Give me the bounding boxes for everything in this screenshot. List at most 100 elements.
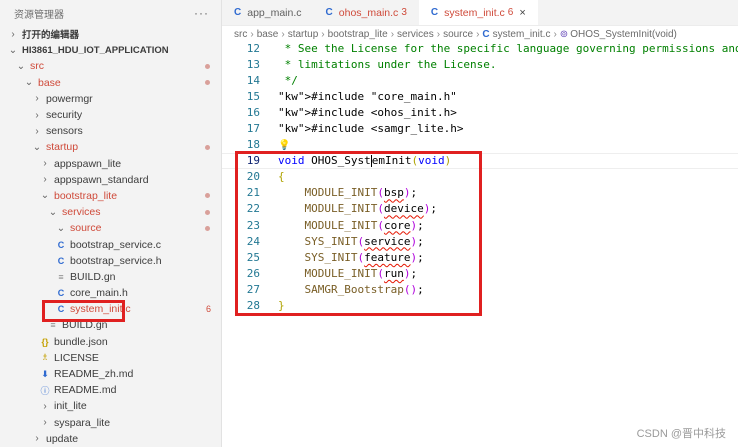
line-code: } [278, 299, 285, 313]
line-number: 14 [246, 73, 260, 87]
c-file-icon: C [57, 288, 65, 299]
modified-dot-icon [205, 144, 210, 150]
modified-dot-icon [205, 193, 210, 199]
tree-item-label: bootstrap_service.h [70, 254, 162, 267]
line-number: 15 [246, 89, 260, 103]
chevron-right-icon: › [35, 109, 39, 121]
tree-item-label: bootstrap_service.c [70, 238, 162, 251]
tab-label: ohos_main.c [338, 6, 399, 19]
code-line: 22 MODULE_INIT(device); [222, 201, 738, 217]
chevron-right-icon: › [43, 400, 47, 412]
text-cursor [370, 155, 372, 168]
c-file-icon: C [430, 7, 439, 18]
breadcrumb-item[interactable]: startup [288, 29, 319, 40]
tree-item-label: README.md [54, 384, 117, 397]
line-code: void OHOS_SystemInit(void) [278, 154, 452, 168]
code-editor[interactable]: 12 * See the License for the specific la… [222, 40, 738, 314]
line-code: SYS_INIT(feature); [304, 250, 424, 264]
tree-item[interactable]: › 打开的编辑器 [0, 26, 221, 42]
c-file-icon: C [57, 239, 65, 250]
tab-system-init[interactable]: C system_init.c 6 × [418, 0, 538, 25]
tree-item[interactable]: ≡ BUILD.gn [0, 269, 221, 285]
line-code: MODULE_INIT(device); [304, 202, 437, 216]
tree-item[interactable]: › syspara_lite [0, 415, 221, 431]
tree-item[interactable]: Ccore_main.h [0, 285, 221, 301]
explorer-sidebar: 资源管理器 ··· › 打开的编辑器 ⌄ HI3861_HDU_IOT_APPLICA… [0, 0, 222, 447]
line-code: { [278, 170, 285, 184]
md-file-icon: ⬇ [41, 368, 49, 379]
breadcrumb-item[interactable]: system_init.c [493, 29, 551, 40]
tree-item[interactable]: ⌄ base [0, 75, 221, 91]
tree-item[interactable]: ⓘ README.md [0, 382, 221, 398]
tree-item[interactable]: ⬇ README_zh.md [0, 366, 221, 382]
lightbulb-icon[interactable]: 💡 [278, 140, 290, 151]
tree-item[interactable]: Cbootstrap_service.h [0, 253, 221, 269]
tree-item-label: appspawn_lite [54, 157, 122, 170]
tree-item[interactable]: ≡ BUILD.gn [0, 317, 221, 333]
tree-item[interactable]: ⌄ source [0, 220, 221, 236]
chevron-right-icon: › [476, 28, 480, 40]
line-code: "kw">#include <samgr_lite.h> [278, 122, 464, 136]
tree-item-label: powermgr [46, 92, 93, 105]
tree-item[interactable]: ⌄ startup [0, 139, 221, 155]
chevron-right-icon: › [35, 125, 39, 137]
tree-item[interactable]: ⌄ src [0, 58, 221, 74]
tree-item[interactable]: › powermgr [0, 91, 221, 107]
code-line: 25 SYS_INIT(feature); [222, 249, 738, 265]
code-line: 28 } [222, 298, 738, 314]
line-code: */ [278, 73, 298, 87]
lic-file-icon: ♗ [40, 352, 50, 363]
tree-item[interactable]: › security [0, 107, 221, 123]
tree-item[interactable]: ⌄ services [0, 204, 221, 220]
tree-item[interactable]: › sensors [0, 123, 221, 139]
c-file-icon: C [57, 304, 65, 315]
tree-item[interactable]: Csystem_init.c 6 [0, 301, 221, 317]
tree-item-label: sensors [46, 125, 83, 138]
line-number: 18 [246, 138, 260, 152]
breadcrumb-item[interactable]: OHOS_SystemInit(void) [570, 29, 677, 40]
code-line: 23 MODULE_INIT(core); [222, 217, 738, 233]
tree-item-label: init_lite [54, 400, 87, 413]
tree-item-label: startup [46, 141, 79, 154]
tree-item[interactable]: › appspawn_lite [0, 156, 221, 172]
tree-item[interactable]: › init_lite [0, 398, 221, 414]
code-line: 18 💡 [222, 137, 738, 153]
code-line: 20 { [222, 169, 738, 185]
code-line: 15 "kw">#include "core_main.h" [222, 88, 738, 104]
gn-file-icon: ≡ [50, 320, 56, 331]
gn-file-icon: ≡ [58, 271, 64, 282]
more-actions-icon[interactable]: ··· [194, 6, 209, 20]
tree-item[interactable]: Cbootstrap_service.c [0, 236, 221, 252]
chevron-right-icon: › [43, 158, 47, 170]
tree-item[interactable]: ⌄ HI3861_HDU_IOT_APPLICATION [0, 42, 221, 58]
tree-item[interactable]: › update [0, 431, 221, 447]
breadcrumb-item[interactable]: bootstrap_lite [328, 29, 388, 40]
tree-item-label: syspara_lite [54, 416, 111, 429]
tree-item[interactable]: ♗ LICENSE [0, 350, 221, 366]
breadcrumb-item[interactable]: src [234, 29, 247, 40]
chevron-right-icon: › [390, 28, 395, 40]
code-line: 13 * limitations under the License. [222, 56, 738, 72]
line-code: * See the License for the specific langu… [278, 41, 738, 55]
tree-item[interactable]: ⌄ bootstrap_lite [0, 188, 221, 204]
close-icon[interactable]: × [519, 7, 525, 19]
tree-item-label: HI3861_HDU_IOT_APPLICATION [22, 44, 169, 56]
breadcrumb-item[interactable]: source [443, 29, 473, 40]
tree-item[interactable]: {} bundle.json [0, 334, 221, 350]
breadcrumb-item[interactable]: base [257, 29, 279, 40]
line-number: 12 [246, 41, 260, 55]
line-number: 13 [246, 57, 260, 71]
tab-ohos-main[interactable]: C ohos_main.c 3 [314, 0, 419, 25]
tree-item-label: system_init.c [70, 303, 131, 316]
line-number: 22 [246, 202, 260, 216]
problem-count-badge: 6 [507, 7, 514, 18]
chevron-right-icon: › [436, 28, 441, 40]
tree-item-label: bundle.json [54, 335, 108, 348]
tab-app-main[interactable]: C app_main.c [222, 0, 314, 25]
editor-tabs: C app_main.c C ohos_main.c 3 C system_in… [222, 0, 738, 26]
breadcrumb-item[interactable]: services [397, 29, 434, 40]
chevron-down-icon: ⌄ [40, 190, 50, 202]
tree-item[interactable]: › appspawn_standard [0, 172, 221, 188]
c-file-icon: C [482, 28, 490, 40]
file-tree: › 打开的编辑器 ⌄ HI3861_HDU_IOT_APPLICATION ⌄ src ⌄ b… [0, 26, 221, 447]
